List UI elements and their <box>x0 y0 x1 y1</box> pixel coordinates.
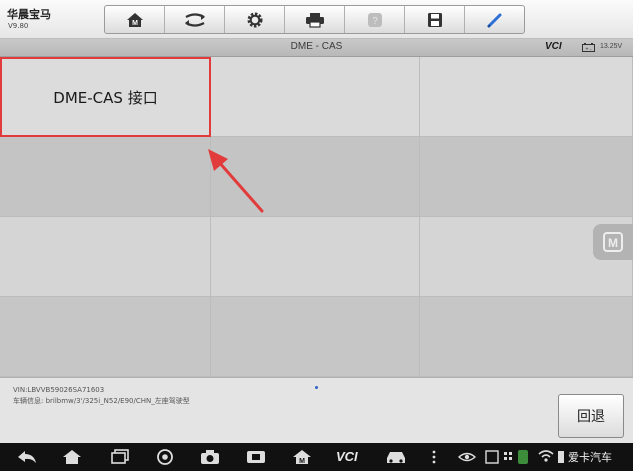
vci-logo-text: VCI <box>545 41 562 52</box>
swap-vehicle-button[interactable] <box>165 6 225 33</box>
edit-button[interactable] <box>465 6 524 33</box>
function-tile-dme-cas[interactable]: DME-CAS 接口 <box>0 57 211 137</box>
vin-text: VIN:LBVVB59026SA71603 <box>13 386 105 394</box>
svg-text:M: M <box>132 20 138 27</box>
help-icon: ? <box>367 12 382 27</box>
app-version: V9.80 <box>8 22 29 30</box>
pen-icon <box>486 13 501 28</box>
svg-text:M: M <box>299 458 305 465</box>
vci-icon[interactable]: VCI <box>336 449 358 464</box>
toolbar: M ? <box>104 5 525 34</box>
browser-icon[interactable] <box>156 449 174 465</box>
settings-button[interactable] <box>225 6 285 33</box>
svg-text:?: ? <box>372 16 378 27</box>
dots-icon[interactable] <box>428 449 440 465</box>
print-button[interactable] <box>285 6 345 33</box>
page-title: DME - CAS <box>290 41 343 52</box>
help-button[interactable]: ? <box>345 6 405 33</box>
function-tile-empty <box>211 297 420 377</box>
home-icon[interactable] <box>62 449 82 465</box>
page-indicator-dot <box>315 386 318 389</box>
battery-icon <box>558 451 564 463</box>
function-grid: DME-CAS 接口 <box>0 57 633 377</box>
function-tile-empty <box>420 137 633 217</box>
car-icon[interactable] <box>384 449 408 465</box>
grid-icon <box>504 452 512 460</box>
battery-icon: + - <box>582 43 595 53</box>
side-menu-handle[interactable]: M <box>593 224 633 260</box>
title-bar: DME - CAS VCI + - 13.25V <box>0 39 633 57</box>
gear-icon <box>247 12 262 27</box>
image-icon <box>485 450 499 464</box>
home-icon: M <box>126 12 143 27</box>
watermark-logo: 爱卡汽车 <box>568 451 612 464</box>
function-tile-empty <box>211 57 420 137</box>
back-button[interactable]: 回退 <box>558 394 624 438</box>
recents-icon[interactable] <box>110 449 130 465</box>
function-tile-empty <box>211 217 420 297</box>
function-tile-empty <box>0 297 211 377</box>
battery-voltage: 13.25V <box>600 43 623 50</box>
swap-icon <box>184 12 205 27</box>
vehicle-info-panel: VIN:LBVVB59026SA71603 车辆信息: brilbmw/3'/3… <box>0 377 633 444</box>
save-icon <box>427 12 442 27</box>
maxisys-logo-icon: M <box>603 232 623 252</box>
eye-icon <box>458 452 476 462</box>
function-tile-empty <box>420 57 633 137</box>
function-tile-empty <box>0 217 211 297</box>
svg-text:M: M <box>608 236 618 250</box>
camera-icon[interactable] <box>200 449 220 465</box>
annotation-arrow-icon <box>208 149 264 213</box>
notification-icon <box>518 450 528 464</box>
vehicle-info-text: 车辆信息: brilbmw/3'/325i_N52/E90/CHN_左座驾驶型 <box>13 397 190 405</box>
svg-text:+ -: + - <box>586 47 592 53</box>
wifi-icon <box>538 450 554 462</box>
system-nav-bar: M VCI <box>0 443 633 471</box>
app-name: 华晨宝马 <box>7 8 51 21</box>
print-icon <box>305 12 324 28</box>
maxisys-icon[interactable]: M <box>292 449 312 465</box>
header: 华晨宝马 V9.80 M ? <box>0 0 633 39</box>
vci-status-logo: VCI <box>545 41 562 52</box>
function-tile-empty <box>0 137 211 217</box>
screenshot-icon[interactable] <box>246 449 266 465</box>
back-icon[interactable] <box>16 449 38 465</box>
save-button[interactable] <box>405 6 465 33</box>
function-tile-label: DME-CAS 接口 <box>53 88 158 107</box>
home-button[interactable]: M <box>105 6 165 33</box>
function-tile-empty <box>420 297 633 377</box>
